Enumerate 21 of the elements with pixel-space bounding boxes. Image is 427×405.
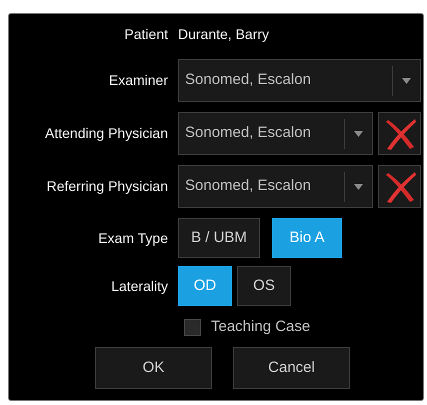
dropdown[interactable]: Sonomed, Escalon — [178, 59, 421, 102]
toggle-button[interactable]: OS — [237, 266, 291, 306]
field-label: Patient — [123, 24, 168, 44]
patient-name: Durante, Barry — [178, 24, 270, 44]
field-label: Attending Physician — [44, 124, 168, 143]
clear-button[interactable] — [378, 165, 421, 208]
checkbox[interactable] — [184, 318, 201, 336]
caret-icon — [354, 130, 363, 136]
field-label: Laterality — [110, 276, 168, 296]
dropdown[interactable]: Sonomed, Escalon — [178, 165, 373, 208]
clear-button[interactable] — [378, 112, 421, 155]
field-label: Referring Physician — [46, 177, 168, 196]
caret-icon — [402, 78, 411, 84]
caret-icon — [354, 184, 363, 190]
dropdown[interactable]: Sonomed, Escalon — [178, 112, 373, 155]
checkbox-label: Teaching Case — [211, 316, 310, 337]
field-label: Exam Type — [97, 228, 168, 248]
dialog-button[interactable]: OK — [95, 347, 212, 389]
dialog-button[interactable]: Cancel — [233, 347, 350, 389]
toggle-button[interactable]: B / UBM — [178, 218, 260, 258]
field-label: Examiner — [108, 71, 168, 90]
